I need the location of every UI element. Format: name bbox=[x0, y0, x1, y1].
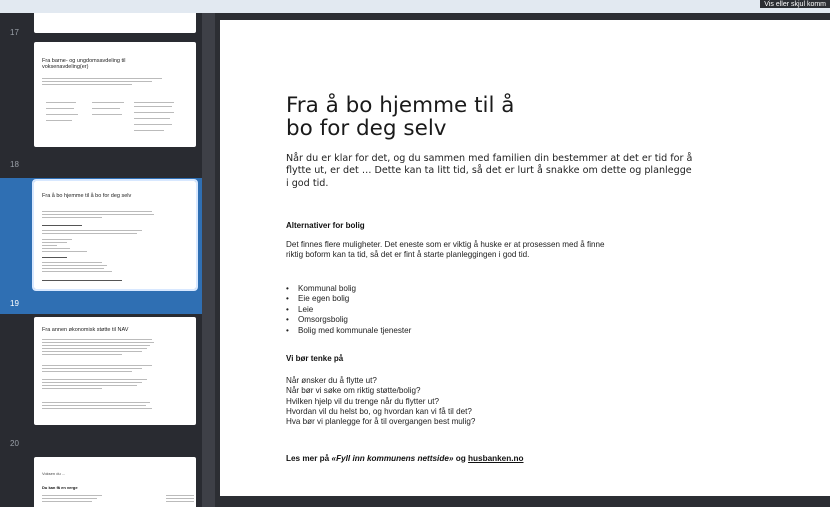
list-item: Bolig med kommunale tjenester bbox=[286, 326, 411, 336]
question-line: Hvordan vil du helst bo, og hvordan kan … bbox=[286, 406, 472, 416]
section-text-alternatives[interactable]: Det finnes flere muligheter. Det eneste … bbox=[286, 240, 616, 261]
section-heading-consider[interactable]: Vi bør tenke på bbox=[286, 354, 343, 363]
thumbnail-21[interactable]: Voksen du ... Du kan få en verge bbox=[0, 454, 202, 507]
panel-divider[interactable] bbox=[202, 13, 215, 507]
thumbnail-20[interactable]: Fra annen økonomisk støtte til NAV 20 bbox=[0, 314, 202, 454]
thumbnail-20-number: 20 bbox=[10, 439, 19, 448]
thumbnail-19-slide[interactable]: Fra å bo hjemme til å bo for deg selv bbox=[32, 179, 198, 291]
thumbnail-19-title: Fra å bo hjemme til å bo for deg selv bbox=[42, 193, 132, 199]
thumbnail-21-title: Voksen du ... bbox=[42, 471, 66, 476]
slide-title[interactable]: Fra å bo hjemme til å bo for deg selv bbox=[286, 94, 526, 140]
list-item: Kommunal bolig bbox=[286, 284, 411, 294]
thumbnail-18-number: 18 bbox=[10, 160, 19, 169]
read-more-footer[interactable]: Les mer på «Fyll inn kommunens nettside»… bbox=[286, 454, 524, 463]
list-item: Eie egen bolig bbox=[286, 294, 411, 304]
current-slide[interactable]: Fra å bo hjemme til å bo for deg selv Nå… bbox=[220, 20, 830, 496]
thumbnail-21-subtitle: Du kan få en verge bbox=[42, 485, 78, 490]
question-line: Når bør vi søke om riktig støtte/bolig? bbox=[286, 386, 421, 396]
housing-options-list[interactable]: Kommunal bolig Eie egen bolig Leie Omsor… bbox=[286, 284, 411, 336]
slide-intro-text[interactable]: Når du er klar for det, og du sammen med… bbox=[286, 153, 696, 190]
thumbnail-17[interactable]: 17 bbox=[0, 13, 202, 38]
thumbnail-19-selected[interactable]: Fra å bo hjemme til å bo for deg selv 19 bbox=[0, 178, 202, 314]
thumbnail-17-number: 17 bbox=[10, 28, 19, 37]
thumbnail-18[interactable]: Fra barne- og ungdomsavdeling til voksen… bbox=[0, 38, 202, 176]
footer-municipality-placeholder: «Fyll inn kommunens nettside» bbox=[331, 454, 454, 463]
thumbnail-18-slide[interactable]: Fra barne- og ungdomsavdeling til voksen… bbox=[34, 42, 196, 147]
list-item: Omsorgsbolig bbox=[286, 315, 411, 325]
thumbnail-20-title: Fra annen økonomisk støtte til NAV bbox=[42, 327, 129, 333]
thumbnail-20-slide[interactable]: Fra annen økonomisk støtte til NAV bbox=[34, 317, 196, 425]
questions-block[interactable]: Når ønsker du å flytte ut? Når bør vi sø… bbox=[286, 376, 646, 427]
toggle-comments-label[interactable]: Vis eller skjul komm bbox=[760, 0, 830, 8]
thumbnail-19-number: 19 bbox=[10, 299, 19, 308]
question-line: Hvilken hjelp vil du trenge når du flytt… bbox=[286, 396, 439, 406]
question-line: Når ønsker du å flytte ut? bbox=[286, 376, 377, 385]
section-heading-alternatives[interactable]: Alternativer for bolig bbox=[286, 221, 365, 230]
husbanken-link[interactable]: husbanken.no bbox=[468, 454, 524, 463]
question-line: Hva bør vi planlegge for å til overgange… bbox=[286, 417, 476, 427]
thumbnail-21-slide[interactable]: Voksen du ... Du kan få en verge bbox=[34, 457, 196, 507]
footer-middle: og bbox=[453, 454, 469, 463]
list-item: Leie bbox=[286, 305, 411, 315]
thumbnail-17-slide[interactable] bbox=[34, 13, 196, 33]
slide-thumbnail-panel[interactable]: 17 Fra barne- og ungdomsavdeling til vok… bbox=[0, 13, 202, 507]
thumbnail-18-title: Fra barne- og ungdomsavdeling til voksen… bbox=[42, 58, 126, 71]
footer-prefix: Les mer på bbox=[286, 454, 332, 463]
top-strip bbox=[0, 0, 830, 13]
